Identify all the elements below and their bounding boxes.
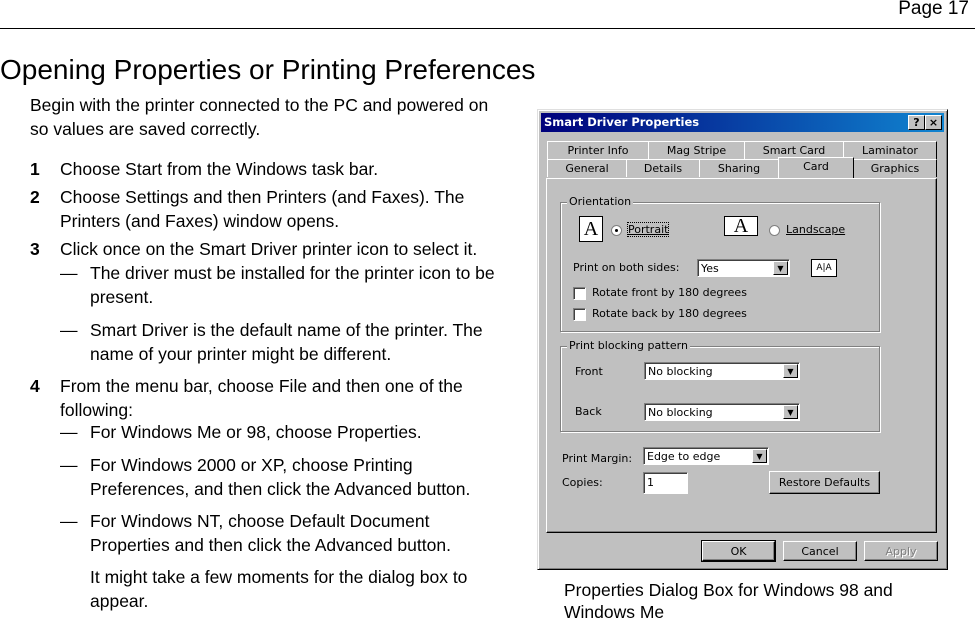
print-blocking-legend: Print blocking pattern xyxy=(567,339,690,352)
copies-input[interactable]: 1 xyxy=(643,472,688,494)
duplex-book-icon: A|A xyxy=(811,259,837,277)
header-rule xyxy=(0,28,975,29)
dash: — xyxy=(60,511,78,531)
select-value: Yes xyxy=(701,262,719,275)
print-blocking-group: Print blocking pattern Front No blocking… xyxy=(560,339,880,432)
note-text: The driver must be installed for the pri… xyxy=(90,263,495,307)
tab-laminator[interactable]: Laminator xyxy=(843,141,937,159)
dash: — xyxy=(60,320,78,340)
step-text: Choose Settings and then Printers (and F… xyxy=(60,187,465,231)
print-both-sides-select[interactable]: Yes ▼ xyxy=(697,259,790,277)
intro-paragraph: Begin with the printer connected to the … xyxy=(30,95,489,139)
tab-card[interactable]: Card xyxy=(778,157,854,178)
back-blocking-select[interactable]: No blocking ▼ xyxy=(644,403,800,421)
page-number: Page 17 xyxy=(898,0,969,19)
portrait-radio[interactable] xyxy=(611,225,622,236)
ok-button[interactable]: OK xyxy=(701,540,776,562)
orientation-group: Orientation A Portrait A Landscape Print… xyxy=(560,195,880,332)
wait-note: It might take a few moments for the dial… xyxy=(90,567,468,611)
option-text: For Windows 2000 or XP, choose Printing … xyxy=(90,455,471,499)
portrait-label[interactable]: Portrait xyxy=(626,222,670,237)
dash: — xyxy=(60,422,78,442)
select-value: Edge to edge xyxy=(647,450,721,463)
option-text: For Windows NT, choose Default Document … xyxy=(90,511,451,555)
help-button[interactable]: ? xyxy=(908,115,925,130)
tab-general[interactable]: General xyxy=(547,159,627,177)
select-value: No blocking xyxy=(648,406,713,419)
tab-printer-info[interactable]: Printer Info xyxy=(547,141,649,159)
step-text: Choose Start from the Windows task bar. xyxy=(60,159,379,179)
step-number: 4 xyxy=(30,376,40,396)
step-text: Click once on the Smart Driver printer i… xyxy=(60,239,478,259)
rotate-front-checkbox[interactable] xyxy=(573,287,586,300)
dialog-title: Smart Driver Properties xyxy=(544,115,700,129)
card-tab-panel: Orientation A Portrait A Landscape Print… xyxy=(546,178,937,533)
step-number: 1 xyxy=(30,159,40,179)
dash: — xyxy=(60,263,78,283)
portrait-icon: A xyxy=(579,216,603,242)
print-margin-label: Print Margin: xyxy=(562,452,633,465)
dash: — xyxy=(60,455,78,475)
step-number: 3 xyxy=(30,239,40,259)
close-button[interactable]: × xyxy=(925,115,942,130)
landscape-radio[interactable] xyxy=(769,225,780,236)
rotate-back-label[interactable]: Rotate back by 180 degrees xyxy=(592,307,747,320)
tab-sharing[interactable]: Sharing xyxy=(699,159,779,177)
copies-label: Copies: xyxy=(562,476,603,489)
dialog-titlebar: Smart Driver Properties ? × xyxy=(541,113,944,132)
chevron-down-icon[interactable]: ▼ xyxy=(773,261,788,275)
select-value: No blocking xyxy=(648,365,713,378)
tab-details[interactable]: Details xyxy=(626,159,700,177)
page-heading: Opening Properties or Printing Preferenc… xyxy=(0,54,536,85)
figure-caption: Properties Dialog Box for Windows 98 and… xyxy=(564,580,893,622)
step-text: From the menu bar, choose File and then … xyxy=(60,376,463,420)
cancel-button[interactable]: Cancel xyxy=(783,541,857,561)
front-blocking-select[interactable]: No blocking ▼ xyxy=(644,362,800,380)
print-margin-select[interactable]: Edge to edge ▼ xyxy=(643,447,769,465)
orientation-legend: Orientation xyxy=(567,195,634,208)
chevron-down-icon[interactable]: ▼ xyxy=(783,405,798,419)
apply-button[interactable]: Apply xyxy=(864,541,938,561)
rotate-front-label[interactable]: Rotate front by 180 degrees xyxy=(592,286,747,299)
chevron-down-icon[interactable]: ▼ xyxy=(752,449,767,463)
landscape-icon: A xyxy=(724,216,758,236)
chevron-down-icon[interactable]: ▼ xyxy=(783,364,798,378)
tab-graphics[interactable]: Graphics xyxy=(853,159,937,177)
restore-defaults-button[interactable]: Restore Defaults xyxy=(769,471,880,494)
print-both-sides-label: Print on both sides: xyxy=(573,261,680,274)
front-label: Front xyxy=(575,365,603,378)
option-text: For Windows Me or 98, choose Properties. xyxy=(90,422,422,442)
back-label: Back xyxy=(575,405,602,418)
note-text: Smart Driver is the default name of the … xyxy=(90,320,483,364)
properties-dialog: Smart Driver Properties ? × Printer Info… xyxy=(537,109,948,570)
rotate-back-checkbox[interactable] xyxy=(573,308,586,321)
tab-mag-stripe[interactable]: Mag Stripe xyxy=(648,141,745,159)
step-number: 2 xyxy=(30,187,40,207)
landscape-label[interactable]: Landscape xyxy=(786,223,845,236)
